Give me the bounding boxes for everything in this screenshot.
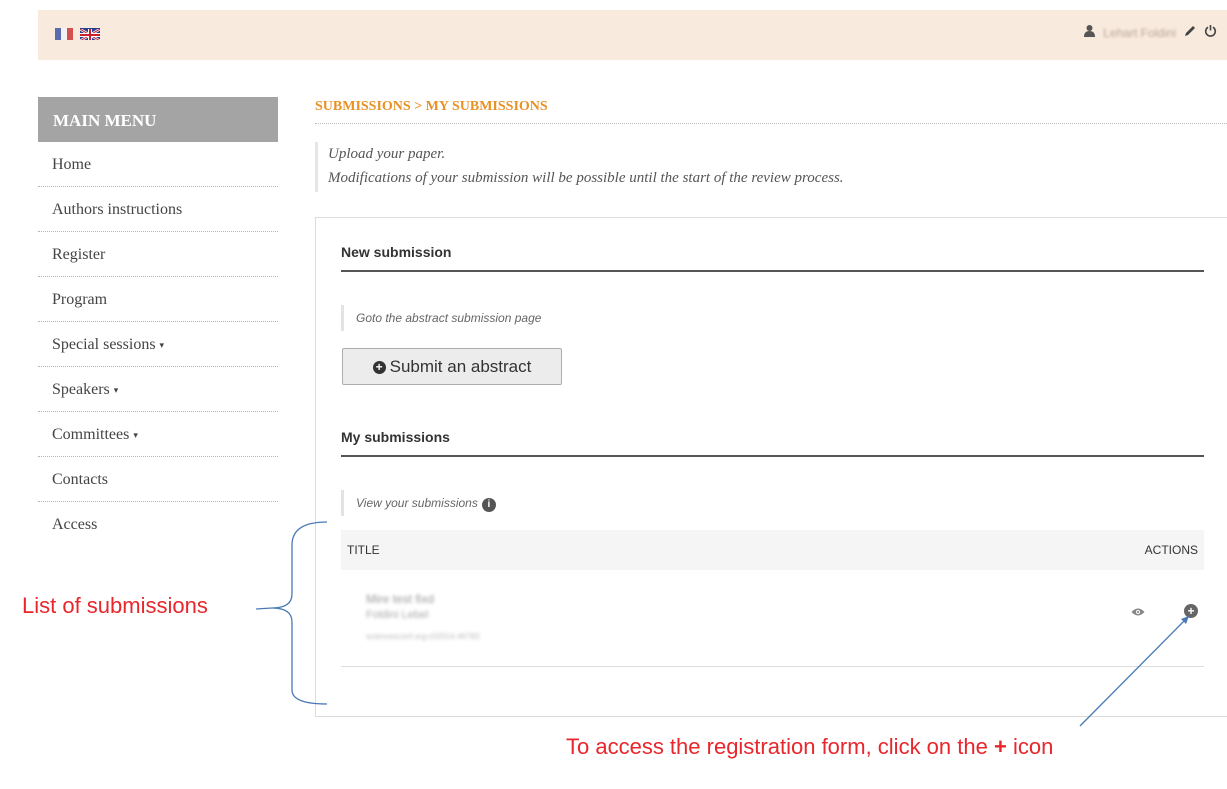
submission-id: sciencesconf.org:c02014-46760 — [366, 632, 480, 641]
menu-item-special-sessions[interactable]: Special sessions ▾ — [38, 322, 278, 367]
caret-down-icon: ▾ — [159, 339, 165, 350]
main-menu-heading: MAIN MENU — [38, 97, 278, 142]
menu-item-speakers[interactable]: Speakers ▾ — [38, 367, 278, 412]
submit-abstract-button[interactable]: + Submit an abstract — [342, 348, 562, 385]
column-title: TITLE — [347, 543, 380, 557]
menu-item-register[interactable]: Register — [38, 232, 278, 277]
main-menu: Home Authors instructions Register Progr… — [38, 142, 278, 547]
list-of-submissions-annotation: List of submissions — [22, 593, 208, 618]
french-flag-icon[interactable] — [55, 28, 73, 40]
breadcrumb: SUBMISSIONS > MY SUBMISSIONS — [315, 99, 1227, 124]
new-submission-hint: Goto the abstract submission page — [341, 305, 541, 331]
intro-line-1: Upload your paper. — [328, 146, 446, 162]
plus-icon-annotation: To access the registration form, click o… — [566, 734, 1054, 759]
info-icon[interactable]: i — [481, 498, 496, 512]
menu-item-home[interactable]: Home — [38, 142, 278, 187]
pencil-icon[interactable] — [1184, 25, 1196, 41]
column-actions: ACTIONS — [1144, 543, 1198, 557]
list-pointer-line — [255, 607, 273, 610]
submission-title[interactable]: Mire test fixd — [366, 592, 434, 606]
user-area: Lehart Foldini — [1084, 24, 1217, 41]
my-submissions-title: My submissions — [341, 429, 1204, 457]
caret-down-icon: ▾ — [113, 384, 119, 395]
menu-item-contacts[interactable]: Contacts — [38, 457, 278, 502]
user-icon — [1084, 24, 1096, 41]
top-bar — [38, 10, 1227, 60]
caret-down-icon: ▾ — [133, 429, 138, 440]
table-row: Mire test fixd Foldini Lebel sciencescon… — [341, 576, 1204, 667]
plus-circle-icon: + — [372, 361, 386, 374]
intro-line-2: Modifications of your submission will be… — [328, 170, 844, 186]
menu-item-committees[interactable]: Committees ▾ — [38, 412, 278, 457]
my-submissions-hint: View your submissions i — [341, 490, 496, 516]
intro-note: Upload your paper. Modifications of your… — [315, 142, 1227, 192]
plus-icon[interactable]: + — [1184, 604, 1198, 618]
new-submission-title: New submission — [341, 244, 1204, 272]
menu-item-program[interactable]: Program — [38, 277, 278, 322]
menu-item-authors-instructions[interactable]: Authors instructions — [38, 187, 278, 232]
menu-item-access[interactable]: Access — [38, 502, 278, 547]
submission-authors: Foldini Lebel — [366, 609, 429, 621]
power-icon[interactable] — [1204, 24, 1217, 41]
user-name[interactable]: Lehart Foldini — [1103, 26, 1176, 40]
english-flag-icon[interactable] — [80, 28, 100, 40]
submissions-table-header: TITLE ACTIONS — [341, 530, 1204, 570]
eye-icon[interactable] — [1131, 604, 1145, 622]
